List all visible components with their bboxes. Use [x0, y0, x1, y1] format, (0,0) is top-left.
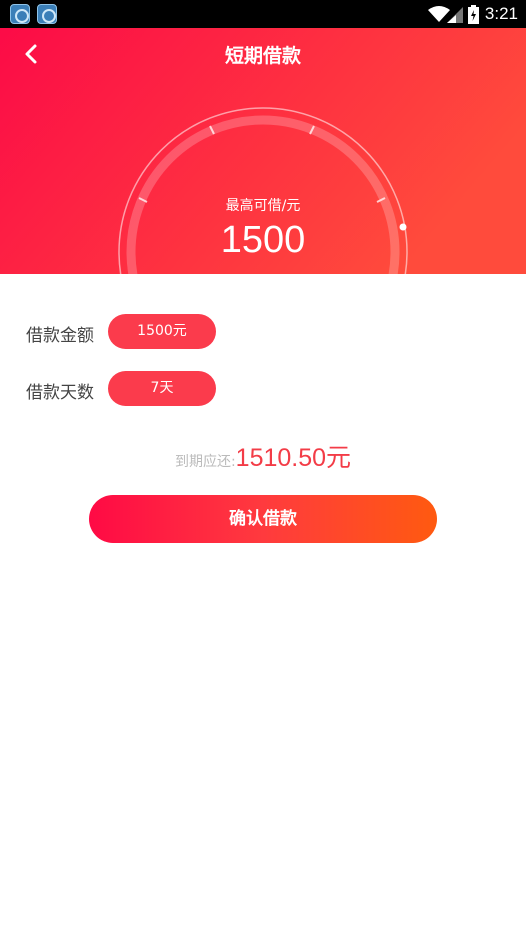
due-label: 到期应还: — [174, 454, 236, 470]
confirm-loan-button[interactable]: 确认借款 — [89, 495, 437, 543]
max-amount-label: 最高可借/元 — [225, 198, 301, 214]
max-amount-value: 1500 — [220, 219, 306, 261]
battery-icon — [468, 5, 479, 24]
loan-amount-label: 借款金额 — [26, 326, 94, 346]
signal-icon — [447, 7, 463, 23]
app-icon — [10, 4, 30, 24]
loan-days-select[interactable]: 7天 — [108, 371, 216, 406]
loan-days-label: 借款天数 — [26, 383, 94, 403]
due-value: 1510.50元 — [235, 444, 352, 472]
loan-amount-select[interactable]: 1500元 — [108, 314, 216, 349]
app-icon — [37, 4, 57, 24]
status-time: 3:21 — [484, 4, 518, 23]
header: 短期借款 最高可借/元 1500 — [0, 28, 526, 274]
due-amount: 到期应还:1510.50元 — [0, 438, 526, 474]
page-title: 短期借款 — [224, 45, 301, 67]
status-bar: 3:21 — [0, 0, 526, 28]
